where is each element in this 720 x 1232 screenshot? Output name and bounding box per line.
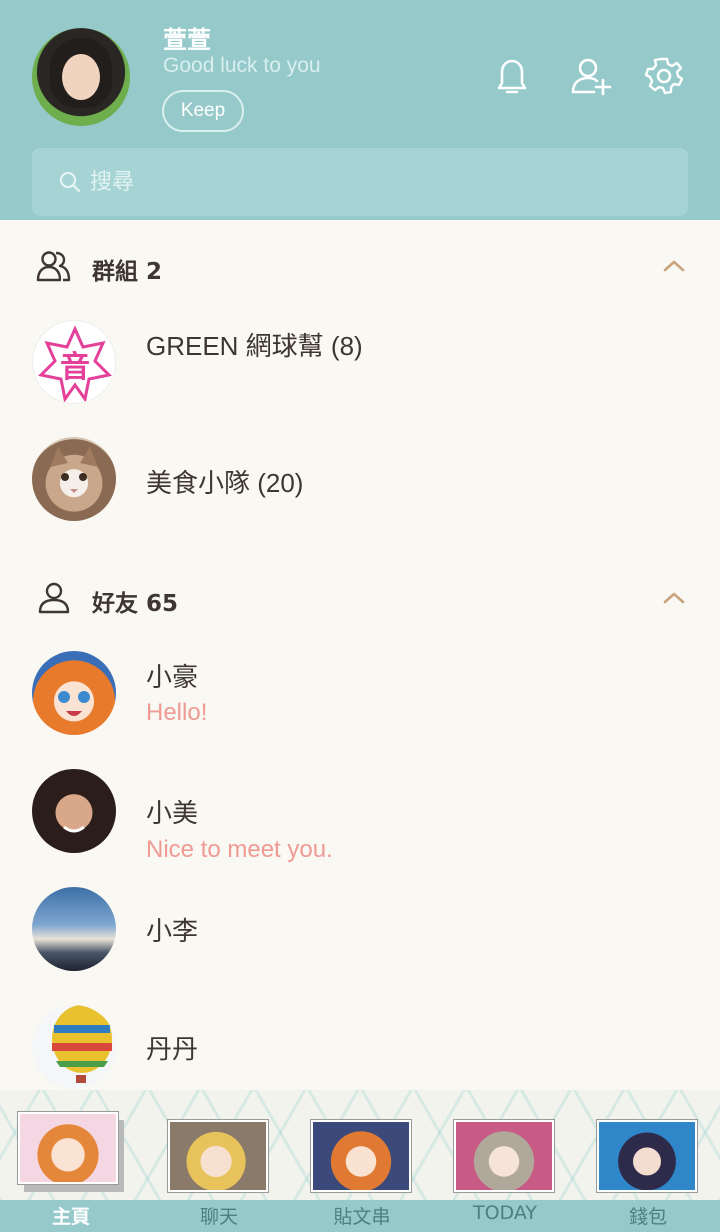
friend-status-message: Nice to meet you. bbox=[146, 836, 333, 863]
tab-timeline[interactable]: 貼文串 bbox=[307, 1112, 417, 1232]
tab-wallet[interactable]: 錢包 bbox=[593, 1112, 703, 1232]
tab-chat-label: 聊天 bbox=[199, 1206, 238, 1228]
groups-section-header[interactable]: 群組 2 bbox=[0, 236, 720, 296]
friend-name: 丹丹 bbox=[146, 1034, 199, 1064]
bell-icon[interactable] bbox=[491, 54, 533, 98]
tab-chat-thumbnail bbox=[167, 1119, 269, 1193]
group-row-green-tennis[interactable]: 音 GREEN 網球幫 (8) bbox=[0, 320, 720, 440]
group-icon bbox=[36, 251, 71, 282]
tab-timeline-thumbnail bbox=[310, 1119, 412, 1193]
friend-avatar bbox=[32, 887, 116, 971]
tab-today-label: TODAY bbox=[473, 1202, 537, 1224]
friends-section-title: 好友 65 bbox=[92, 591, 179, 617]
svg-text:音: 音 bbox=[60, 350, 90, 385]
gear-icon[interactable] bbox=[643, 54, 685, 98]
keep-button[interactable]: Keep bbox=[162, 90, 244, 132]
friend-name: 小美 bbox=[146, 798, 199, 828]
person-icon bbox=[38, 582, 70, 614]
friend-avatar bbox=[32, 769, 116, 853]
tab-home-label: 主頁 bbox=[51, 1206, 90, 1228]
friend-avatar bbox=[32, 651, 116, 735]
group-avatar: 音 bbox=[32, 320, 116, 404]
profile-status-message[interactable]: Good luck to you bbox=[163, 54, 321, 78]
groups-section-title: 群組 2 bbox=[92, 259, 163, 285]
group-row-food-team[interactable]: 美食小隊 (20) bbox=[0, 437, 720, 557]
profile-avatar[interactable] bbox=[32, 28, 130, 126]
chevron-up-icon[interactable] bbox=[660, 256, 688, 276]
friend-row[interactable]: 小李 bbox=[0, 887, 720, 1007]
group-name: 美食小隊 (20) bbox=[146, 468, 304, 498]
add-friend-icon[interactable] bbox=[570, 54, 612, 98]
search-icon bbox=[59, 171, 81, 193]
group-name: GREEN 網球幫 (8) bbox=[146, 331, 363, 361]
tab-home-thumbnail bbox=[17, 1111, 119, 1185]
tab-wallet-thumbnail bbox=[596, 1119, 698, 1193]
chevron-up-icon[interactable] bbox=[660, 588, 688, 608]
friend-avatar bbox=[32, 1005, 116, 1089]
search-bar[interactable] bbox=[32, 148, 688, 216]
group-avatar bbox=[32, 437, 116, 521]
friends-section-header[interactable]: 好友 65 bbox=[0, 568, 720, 628]
profile-name[interactable]: 萱萱 bbox=[163, 20, 211, 55]
friend-name: 小李 bbox=[146, 916, 199, 946]
search-input[interactable] bbox=[90, 162, 650, 202]
tab-today[interactable]: TODAY bbox=[450, 1112, 560, 1232]
friend-status-message: Hello! bbox=[146, 699, 208, 726]
tab-wallet-label: 錢包 bbox=[628, 1206, 667, 1228]
tab-today-thumbnail bbox=[453, 1119, 555, 1193]
friend-row[interactable]: 小美 Nice to meet you. bbox=[0, 769, 720, 889]
tab-timeline-label: 貼文串 bbox=[333, 1206, 391, 1228]
header: 萱萱 Good luck to you Keep bbox=[0, 0, 720, 220]
tab-chat[interactable]: 聊天 bbox=[164, 1112, 274, 1232]
tab-home[interactable]: 主頁 bbox=[17, 1111, 128, 1232]
friend-name: 小豪 bbox=[146, 662, 199, 692]
friend-row[interactable]: 小豪 Hello! bbox=[0, 651, 720, 771]
